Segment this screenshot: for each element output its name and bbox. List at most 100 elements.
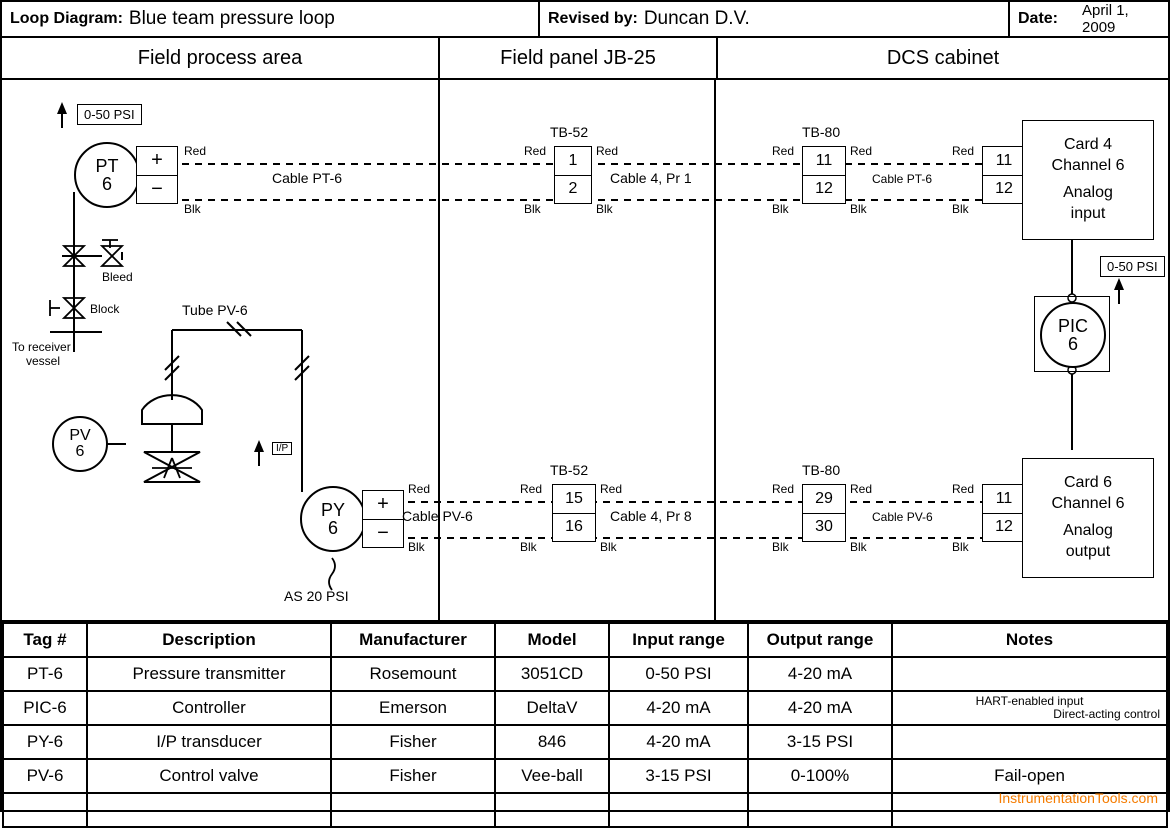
- cell-tag: PY-6: [3, 725, 87, 759]
- tb80a-red-l: Red: [772, 144, 794, 158]
- tb80a-red-r: Red: [850, 144, 872, 158]
- tb80-label-top: TB-80: [802, 124, 840, 140]
- arrow-shaft-3: [1118, 290, 1120, 304]
- arrow-up-icon-3: [1114, 278, 1124, 290]
- table-row: PIC-6ControllerEmersonDeltaV4-20 mA4-20 …: [3, 691, 1167, 725]
- pt-polarity: + −: [136, 146, 178, 204]
- th-model: Model: [495, 623, 609, 657]
- tb52a-blk-r: Blk: [596, 202, 613, 216]
- cardout-l3: Analog: [1063, 521, 1113, 542]
- card-analog-input: Card 4 Channel 6 Analog input: [1022, 120, 1154, 240]
- pt-blk: Blk: [184, 202, 201, 216]
- card-in-tb: 11 12: [982, 146, 1026, 204]
- cell-man: Fisher: [331, 725, 495, 759]
- cell-notes: [892, 725, 1167, 759]
- cardout-t: 11: [983, 485, 1025, 514]
- tb52b-t: 15: [553, 485, 595, 514]
- cardin-blk: Blk: [952, 202, 969, 216]
- instrument-py6: PY 6: [300, 486, 366, 552]
- table-row: [3, 793, 1167, 827]
- hdr-loop: Loop Diagram: Blue team pressure loop: [2, 2, 540, 36]
- tb52-label-bot: TB-52: [550, 462, 588, 478]
- loop-diagram-sheet: Loop Diagram: Blue team pressure loop Re…: [0, 0, 1170, 812]
- cable4-pr1: Cable 4, Pr 1: [610, 170, 692, 186]
- cell-notes: Fail-open: [892, 759, 1167, 793]
- cell-notes: HART-enabled inputDirect-acting control: [892, 691, 1167, 725]
- cell-tag: PV-6: [3, 759, 87, 793]
- cell-man: Emerson: [331, 691, 495, 725]
- spec-table: Tag # Description Manufacturer Model Inp…: [2, 622, 1168, 828]
- table-row: PV-6Control valveFisherVee-ball3-15 PSI0…: [3, 759, 1167, 793]
- tb52a-t: 1: [555, 147, 591, 176]
- pt-minus: −: [137, 176, 177, 204]
- tb52-top: 1 2: [554, 146, 592, 204]
- cell-out: 4-20 mA: [748, 657, 892, 691]
- cardin-l4: input: [1071, 204, 1106, 225]
- card-out-tb: 11 12: [982, 484, 1026, 542]
- cell-man: [331, 793, 495, 827]
- tb52-label-top: TB-52: [550, 124, 588, 140]
- cell-model: 3051CD: [495, 657, 609, 691]
- cardout-l1: Card 6: [1064, 473, 1112, 494]
- cable4-pr8: Cable 4, Pr 8: [610, 508, 692, 524]
- header-row: Loop Diagram: Blue team pressure loop Re…: [2, 2, 1168, 38]
- pv-tag1: PV: [69, 428, 90, 444]
- tb52a-red-l: Red: [524, 144, 546, 158]
- instrument-pic6: PIC 6: [1040, 302, 1106, 368]
- tb52b-b: 16: [553, 514, 595, 542]
- tb80b-t: 29: [803, 485, 845, 514]
- cable-pv6-b: Cable PV-6: [872, 510, 933, 524]
- range-pic: 0-50 PSI: [1100, 256, 1165, 277]
- cell-in: 0-50 PSI: [609, 657, 748, 691]
- th-man: Manufacturer: [331, 623, 495, 657]
- ip-label: I/P: [272, 442, 292, 455]
- pt-red: Red: [184, 144, 206, 158]
- tb80a-blk-l: Blk: [772, 202, 789, 216]
- cardout-b: 12: [983, 514, 1025, 542]
- cell-notes: [892, 657, 1167, 691]
- table-row: PY-6I/P transducerFisher8464-20 mA3-15 P…: [3, 725, 1167, 759]
- cable-pv6: Cable PV-6: [402, 508, 473, 524]
- cardout-red: Red: [952, 482, 974, 496]
- cardin-b: 12: [983, 176, 1025, 204]
- instrument-pt6: PT 6: [74, 142, 140, 208]
- hdr-rev-value: Duncan D.V.: [644, 8, 750, 30]
- cell-man: Fisher: [331, 759, 495, 793]
- col-field-process: Field process area: [2, 38, 440, 78]
- cardin-l3: Analog: [1063, 183, 1113, 204]
- cell-model: 846: [495, 725, 609, 759]
- py-red: Red: [408, 482, 430, 496]
- tb52a-blk-l: Blk: [524, 202, 541, 216]
- watermark: InstrumentationTools.com: [998, 790, 1158, 806]
- cell-in: 4-20 mA: [609, 725, 748, 759]
- tb52b-blk-l: Blk: [520, 540, 537, 554]
- py-tag2: 6: [328, 519, 338, 537]
- hdr-loop-label: Loop Diagram:: [10, 10, 123, 28]
- arrow-up-icon: [57, 102, 67, 114]
- cardout-blk: Blk: [952, 540, 969, 554]
- arrow-up-icon-2: [254, 440, 264, 452]
- cable-pt6: Cable PT-6: [272, 170, 342, 186]
- arrow-shaft-2: [258, 452, 260, 466]
- cell-desc: Pressure transmitter: [87, 657, 331, 691]
- cell-desc: Controller: [87, 691, 331, 725]
- tb80a-t: 11: [803, 147, 845, 176]
- cell-model: [495, 793, 609, 827]
- to-receiver-1: To receiver: [12, 340, 71, 354]
- cell-out: 3-15 PSI: [748, 725, 892, 759]
- cell-out: 4-20 mA: [748, 691, 892, 725]
- to-receiver-2: vessel: [26, 354, 60, 368]
- tb52a-b: 2: [555, 176, 591, 204]
- cell-out: [748, 793, 892, 827]
- tb80-top: 11 12: [802, 146, 846, 204]
- tube-pv6: Tube PV-6: [182, 302, 248, 318]
- cardin-t: 11: [983, 147, 1025, 176]
- cell-in: 3-15 PSI: [609, 759, 748, 793]
- cell-man: Rosemount: [331, 657, 495, 691]
- spec-header-row: Tag # Description Manufacturer Model Inp…: [3, 623, 1167, 657]
- cardout-l2: Channel 6: [1052, 494, 1125, 515]
- tb80a-b: 12: [803, 176, 845, 204]
- tb80b-red-l: Red: [772, 482, 794, 496]
- py-polarity: + −: [362, 490, 404, 548]
- pic-tag2: 6: [1068, 335, 1078, 353]
